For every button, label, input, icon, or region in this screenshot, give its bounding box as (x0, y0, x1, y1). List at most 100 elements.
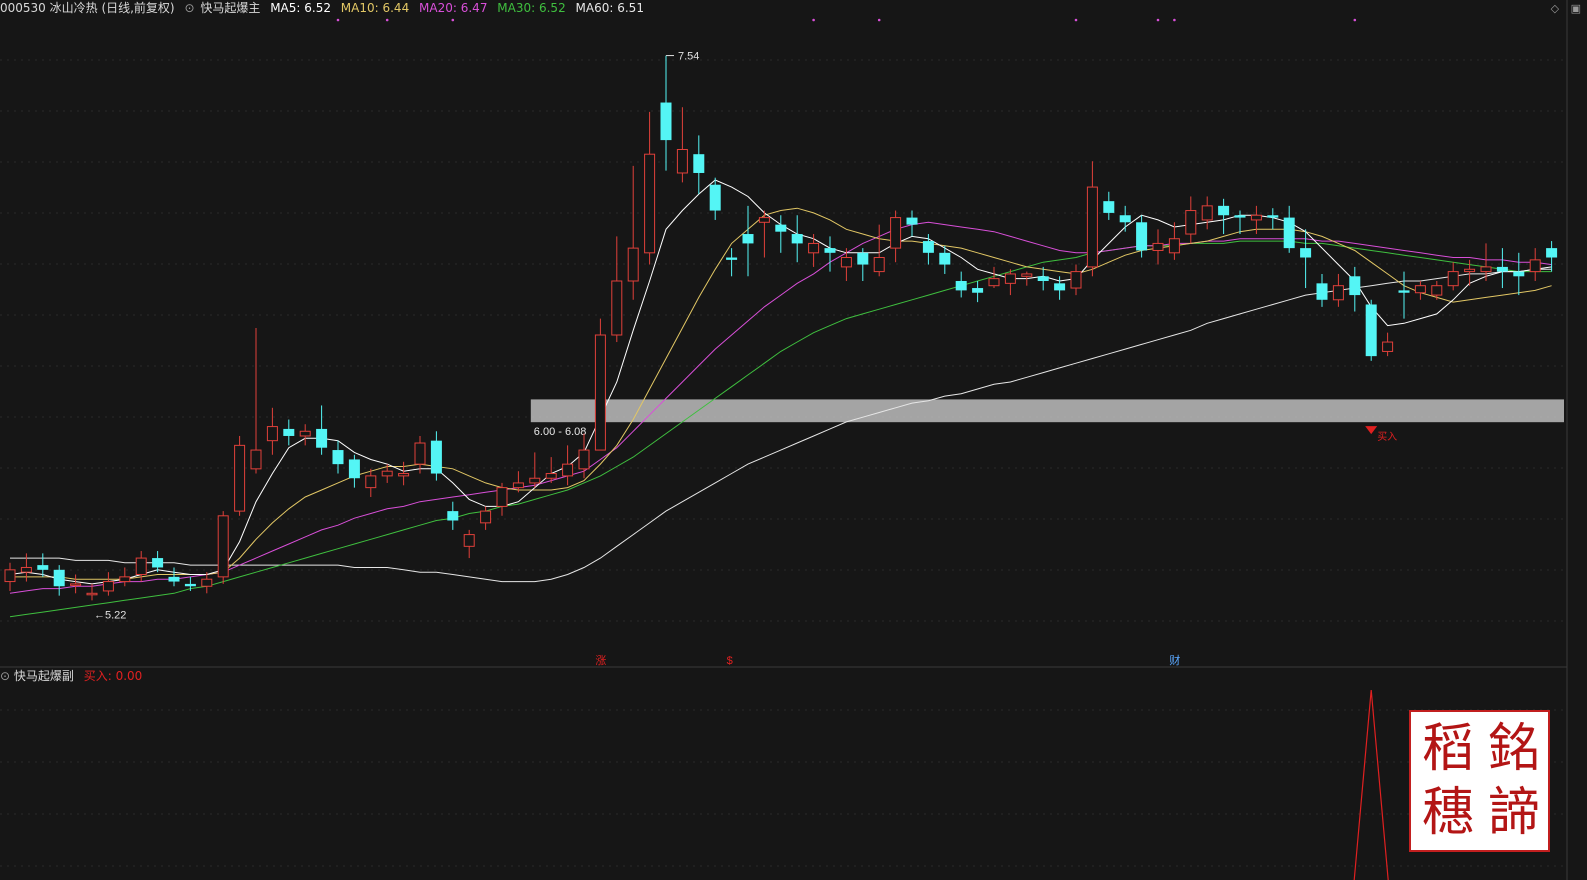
candle-body (529, 477, 541, 484)
candle-body (890, 217, 902, 249)
candle-body (1300, 248, 1312, 258)
candle-body (1201, 205, 1213, 221)
candle-up (758, 210, 770, 258)
candle-up (463, 529, 475, 559)
candle-up (1529, 248, 1541, 281)
candle-up (808, 234, 820, 267)
candle-body (430, 440, 442, 474)
candle-body (217, 515, 229, 578)
candle-body (447, 511, 459, 521)
candle-body (152, 558, 164, 568)
candle-body (1103, 201, 1115, 213)
candle-body (20, 566, 32, 573)
candle-body (1070, 271, 1082, 289)
candle-body (545, 473, 557, 479)
candle-up (234, 435, 246, 516)
candle-body (627, 247, 639, 282)
candle-up (890, 210, 902, 263)
candle-body (972, 288, 984, 293)
candle-body (480, 510, 492, 524)
candle-body (168, 576, 180, 582)
chart-grid (0, 0, 1568, 880)
candle-body (611, 280, 623, 336)
candle-down (775, 215, 787, 253)
candle-body (463, 534, 475, 547)
candle-body (1218, 205, 1230, 216)
candle-down (37, 553, 49, 577)
candle-body (1086, 186, 1098, 268)
candle-body (348, 459, 360, 479)
candle-up (611, 236, 623, 343)
candle-up (1004, 269, 1016, 296)
candle-up (627, 165, 639, 300)
candle-body (1283, 217, 1295, 249)
candle-down (1513, 252, 1525, 296)
candle-body (135, 557, 147, 576)
signal-dot (451, 18, 455, 22)
candle-body (1021, 273, 1033, 277)
sub-toggle-icon[interactable]: ⊙ (0, 669, 10, 683)
candle-body (1464, 268, 1476, 273)
candle-body (1234, 215, 1246, 218)
candle-body (299, 430, 311, 437)
candle-body (824, 248, 836, 253)
candlestick-chart[interactable]: 6.00 - 6.08 ←5.22 7.54 买入涨 $ 财 (0, 0, 1587, 880)
candle-body (594, 334, 606, 451)
candle-body (676, 148, 688, 174)
candle-up (644, 111, 656, 265)
candle-down (1398, 271, 1410, 319)
event-mark: 财 (1169, 653, 1180, 667)
seal-char-1: 銘 (1487, 719, 1540, 779)
candle-down (348, 454, 360, 488)
candle-body (1365, 304, 1377, 357)
candle-down (283, 419, 295, 446)
candle-body (1136, 222, 1148, 251)
candle-down (1218, 198, 1230, 235)
candle-up (1382, 332, 1394, 357)
candle-body (562, 463, 574, 477)
candle-up (529, 452, 541, 488)
buy-marker-label: 买入 (1377, 431, 1397, 443)
candle-body (1513, 271, 1525, 277)
sub-indicator-layer (1353, 689, 1389, 880)
support-band-label: 6.00 - 6.08 (534, 426, 587, 438)
candle-down (1300, 229, 1312, 289)
candle-body (873, 257, 885, 273)
annotation-layer: ←5.22 7.54 买入涨 $ 财 (94, 18, 1397, 667)
candle-up (594, 318, 606, 451)
candle-body (414, 442, 426, 465)
candle-body (266, 426, 278, 442)
candle-body (234, 444, 246, 512)
candle-body (906, 217, 918, 225)
candle-body (1349, 276, 1361, 296)
candle-down (709, 177, 721, 220)
candle-up (578, 433, 590, 479)
candle-body (808, 242, 820, 254)
sub-indicator-name[interactable]: 快马起爆副 (14, 669, 74, 683)
candle-body (1168, 238, 1180, 254)
candle-up (1070, 264, 1082, 296)
candle-up (299, 424, 311, 446)
candle-body (250, 449, 262, 470)
candle-down (726, 248, 738, 277)
candle-body (53, 569, 65, 587)
candle-body (184, 583, 196, 587)
candle-up (1185, 196, 1197, 244)
candle-body (578, 449, 590, 470)
candle-body (1185, 210, 1197, 235)
candle-body (1414, 285, 1426, 294)
candle-body (201, 578, 213, 587)
ma10-line (10, 207, 1552, 580)
candle-up (266, 407, 278, 455)
candle-up (1431, 280, 1443, 300)
candle-up (4, 562, 16, 591)
candle-body (955, 280, 967, 291)
candle-body (693, 154, 705, 173)
candle-body (512, 482, 524, 489)
candle-down (1234, 210, 1246, 235)
candle-up (676, 107, 688, 183)
candle-body (1496, 266, 1508, 272)
candle-body (857, 252, 869, 265)
candle-body (644, 153, 656, 254)
signal-dot (336, 18, 340, 22)
